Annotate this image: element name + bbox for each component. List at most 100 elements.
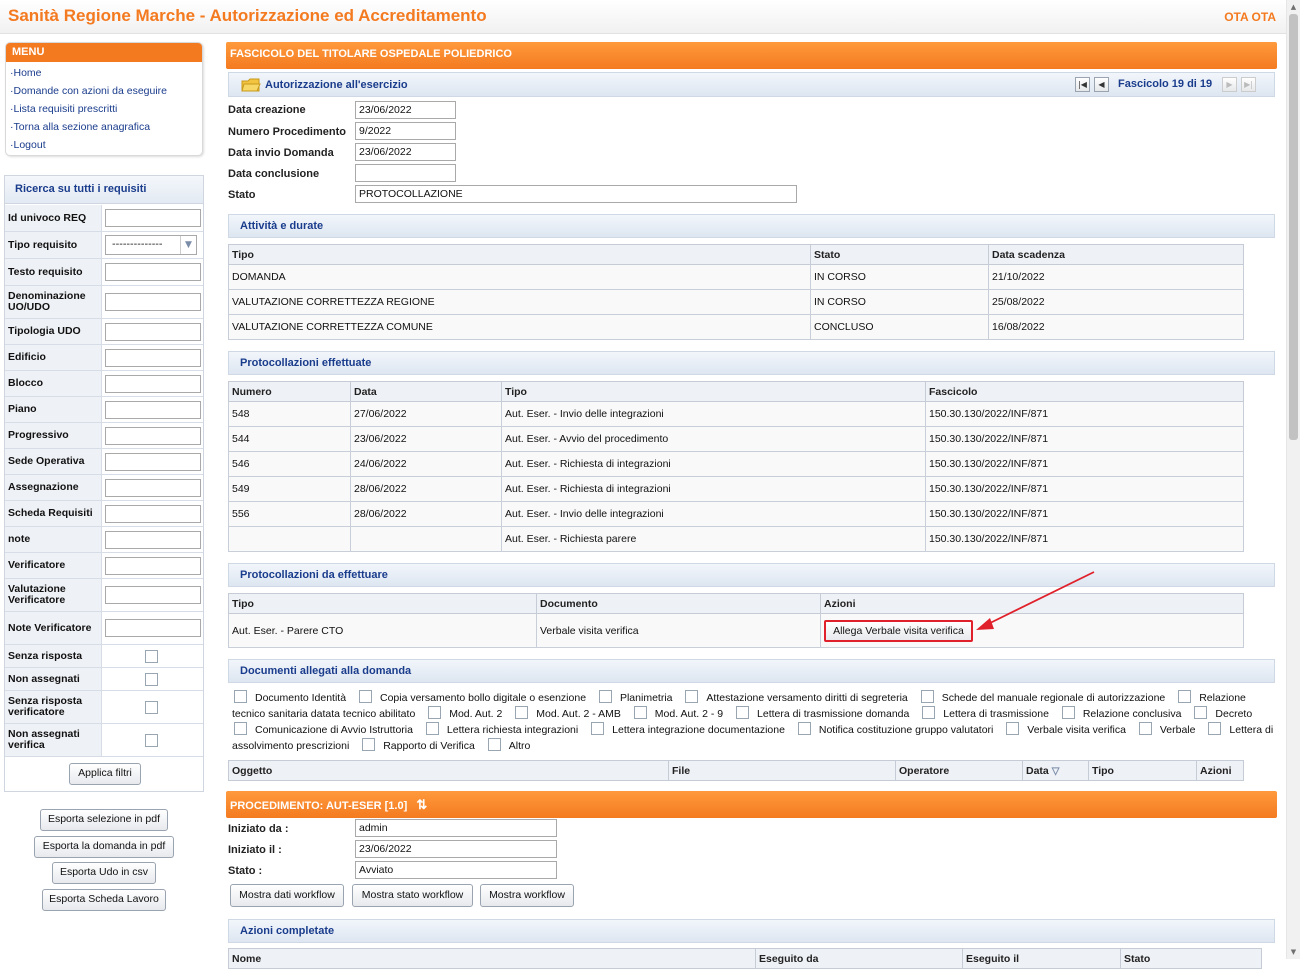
doc-checkbox[interactable] — [736, 706, 750, 719]
filter-input-denominazione[interactable] — [105, 293, 201, 311]
doc-checkbox[interactable] — [633, 706, 647, 719]
export-selection-pdf-button[interactable]: Esporta selezione in pdf — [40, 809, 168, 831]
doc-checkbox[interactable] — [920, 690, 934, 703]
export-scheda-lavoro-button[interactable]: Esporta Scheda Lavoro — [42, 889, 166, 911]
next-page-icon[interactable]: ▶ — [1222, 77, 1237, 92]
checkbox-non-assegnati[interactable] — [145, 673, 158, 686]
doc-checkbox[interactable] — [1178, 690, 1192, 703]
doc-checkbox[interactable] — [515, 706, 529, 719]
doc-checkbox-label: Verbale — [1159, 724, 1196, 736]
iniziato-il-field[interactable]: 23/06/2022 — [355, 840, 557, 858]
doc-checkbox[interactable] — [1138, 722, 1152, 735]
filter-input-progressivo[interactable] — [105, 427, 201, 445]
doc-checkbox-label: Planimetria — [619, 692, 673, 704]
filter-input-verificatore[interactable] — [105, 557, 201, 575]
table-cell: Aut. Eser. - Richiesta di integrazioni — [501, 451, 926, 477]
doc-checkbox-label: Mod. Aut. 2 — [449, 708, 503, 720]
filter-label: Senza risposta verificatore — [5, 691, 102, 723]
sort-desc-icon[interactable]: ▽ — [1052, 766, 1060, 777]
column-header[interactable]: File — [668, 760, 896, 781]
doc-checkbox[interactable] — [922, 706, 936, 719]
documenti-table: Oggetto File Operatore Data ▽ Tipo Azion… — [228, 760, 1244, 781]
menu-item-home[interactable]: ·Home — [6, 64, 202, 82]
doc-checkbox[interactable] — [1061, 706, 1075, 719]
column-header[interactable]: Tipo — [1088, 760, 1197, 781]
first-page-icon[interactable]: |◀ — [1075, 77, 1090, 92]
iniziato-da-field[interactable]: admin — [355, 819, 557, 837]
doc-checkbox[interactable] — [1208, 722, 1222, 735]
doc-checkbox-label: Documento Identità — [255, 692, 347, 704]
menu-item-logout[interactable]: ·Logout — [6, 136, 202, 154]
menu-item-requisiti[interactable]: ·Lista requisiti prescritti — [6, 100, 202, 118]
data-invio-field[interactable]: 23/06/2022 — [355, 143, 456, 161]
filter-label: Note Verificatore — [5, 612, 102, 644]
doc-checkbox[interactable] — [425, 722, 439, 735]
last-page-icon[interactable]: ▶| — [1241, 77, 1256, 92]
checkbox-senza-risposta[interactable] — [145, 650, 158, 663]
data-creazione-field[interactable]: 23/06/2022 — [355, 101, 456, 119]
scroll-thumb[interactable] — [1289, 14, 1298, 440]
doc-checkbox[interactable] — [598, 690, 612, 703]
allega-verbale-button[interactable]: Allega Verbale visita verifica — [824, 619, 973, 642]
scroll-down-icon[interactable]: ▼ — [1287, 945, 1300, 959]
menu-item-domande[interactable]: ·Domande con azioni da eseguire — [6, 82, 202, 100]
filter-label: Senza risposta — [5, 645, 102, 667]
checkbox-senza-risposta-verificatore[interactable] — [145, 701, 158, 714]
checkbox-non-assegnati-verifica[interactable] — [145, 734, 158, 747]
filter-label: Sede Operativa — [5, 449, 102, 474]
filter-input-scheda[interactable] — [105, 505, 201, 523]
doc-checkbox[interactable] — [1006, 722, 1020, 735]
doc-checkbox[interactable] — [234, 722, 247, 735]
doc-checkbox[interactable] — [487, 738, 501, 751]
column-header[interactable]: Oggetto — [228, 760, 669, 781]
menu-title: MENU — [6, 43, 202, 62]
column-header: Fascicolo — [925, 381, 1244, 402]
mostra-workflow-button[interactable]: Mostra workflow — [480, 884, 574, 907]
export-domanda-pdf-button[interactable]: Esporta la domanda in pdf — [34, 836, 174, 858]
mostra-stato-workflow-button[interactable]: Mostra stato workflow — [352, 884, 473, 907]
filter-input-note-verificatore[interactable] — [105, 619, 201, 637]
filter-input-testo[interactable] — [105, 263, 201, 281]
filter-input-assegnazione[interactable] — [105, 479, 201, 497]
filter-row: Senza risposta — [5, 645, 203, 668]
doc-checkbox[interactable] — [362, 738, 376, 751]
doc-checkbox[interactable] — [685, 690, 699, 703]
stato-procedimento-field[interactable]: Avviato — [355, 861, 557, 879]
table-cell: DOMANDA — [228, 264, 811, 290]
stato-field[interactable]: PROTOCOLLAZIONE — [355, 185, 797, 203]
filter-input-sede[interactable] — [105, 453, 201, 471]
filter-input-note[interactable] — [105, 531, 201, 549]
data-conclusione-field[interactable] — [355, 164, 456, 182]
field-label: Stato : — [228, 865, 263, 877]
export-udo-csv-button[interactable]: Esporta Udo in csv — [52, 862, 156, 884]
filter-input-edificio[interactable] — [105, 349, 201, 367]
refresh-icon[interactable]: ⇅ — [416, 797, 427, 812]
column-header-data[interactable]: Data ▽ — [1022, 760, 1089, 781]
vertical-scrollbar[interactable]: ▲ ▼ — [1286, 0, 1300, 959]
chevron-down-icon[interactable]: ▼ — [180, 236, 196, 254]
table-cell: 546 — [228, 451, 351, 477]
filter-select-tipo-requisito[interactable]: -------------- ▼ — [105, 235, 197, 255]
mostra-dati-workflow-button[interactable]: Mostra dati workflow — [230, 884, 344, 907]
filter-input-tipologia[interactable] — [105, 323, 201, 341]
doc-checkbox[interactable] — [428, 706, 442, 719]
filter-row: Testo requisito — [5, 259, 203, 286]
doc-checkbox[interactable] — [591, 722, 605, 735]
user-name[interactable]: OTA OTA — [1224, 10, 1276, 24]
prev-page-icon[interactable]: ◀ — [1094, 77, 1109, 92]
filter-input-valutazione[interactable] — [105, 586, 201, 604]
filter-input-id-req[interactable] — [105, 209, 201, 227]
doc-checkbox[interactable] — [358, 690, 372, 703]
filter-input-blocco[interactable] — [105, 375, 201, 393]
table-row: DOMANDA IN CORSO 21/10/2022 — [228, 264, 1244, 290]
column-header[interactable]: Operatore — [895, 760, 1023, 781]
scroll-up-icon[interactable]: ▲ — [1287, 0, 1300, 14]
menu-item-anagrafica[interactable]: ·Torna alla sezione anagrafica — [6, 118, 202, 136]
filter-input-piano[interactable] — [105, 401, 201, 419]
numero-procedimento-field[interactable]: 9/2022 — [355, 122, 456, 140]
doc-checkbox[interactable] — [797, 722, 811, 735]
doc-checkbox[interactable] — [234, 690, 247, 703]
column-header-label: Data — [1026, 764, 1049, 777]
apply-filters-button[interactable]: Applica filtri — [69, 763, 141, 785]
doc-checkbox[interactable] — [1194, 706, 1208, 719]
